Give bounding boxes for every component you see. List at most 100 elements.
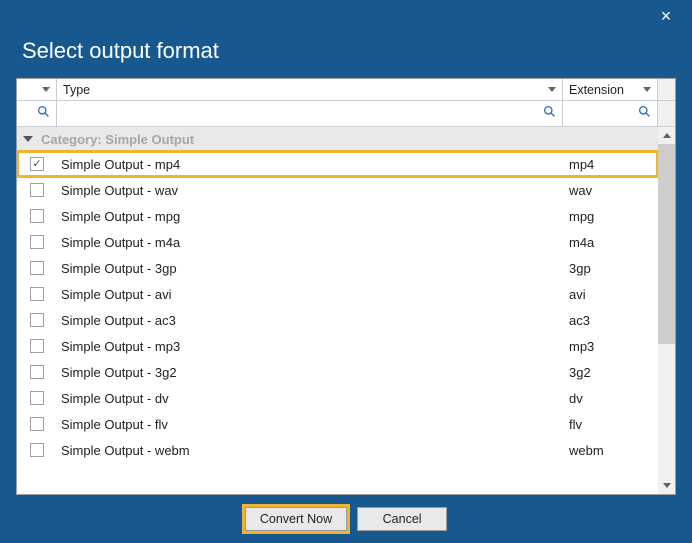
row-ext-cell: webm [563,443,658,458]
header-type[interactable]: Type [57,79,563,100]
row-checkbox[interactable] [30,313,44,327]
row-ext-label: webm [569,443,604,458]
cancel-label: Cancel [383,512,422,526]
row-ext-label: dv [569,391,583,406]
close-button[interactable]: × [654,4,678,28]
row-checkbox[interactable] [30,235,44,249]
row-checkbox-cell [17,417,57,431]
table-row[interactable]: Simple Output - mp3 mp3 [17,333,658,359]
row-type-cell: Simple Output - mp3 [57,339,563,354]
convert-now-button[interactable]: Convert Now [245,507,347,531]
row-type-cell: Simple Output - ac3 [57,313,563,328]
row-type-label: Simple Output - mp3 [61,339,180,354]
row-ext-cell: mpg [563,209,658,224]
row-checkbox[interactable] [30,183,44,197]
cancel-button[interactable]: Cancel [357,507,447,531]
row-type-cell: Simple Output - avi [57,287,563,302]
row-checkbox[interactable] [30,339,44,353]
row-ext-cell: avi [563,287,658,302]
row-type-cell: Simple Output - 3gp [57,261,563,276]
table-row[interactable]: Simple Output - flv flv [17,411,658,437]
search-icon [543,105,556,123]
content-area: Type Extension [16,78,676,495]
vertical-scrollbar[interactable] [658,127,675,494]
chevron-down-icon [42,87,50,92]
row-checkbox[interactable] [30,443,44,457]
table-row[interactable]: Simple Output - mp4 mp4 [17,151,658,177]
row-checkbox[interactable] [30,157,44,171]
scroll-down-button[interactable] [658,477,675,494]
category-row[interactable]: Category: Simple Output [17,127,658,151]
table-row[interactable]: Simple Output - webm webm [17,437,658,463]
row-checkbox-cell [17,365,57,379]
row-checkbox[interactable] [30,209,44,223]
row-checkbox-cell [17,261,57,275]
filter-checkbox-cell[interactable] [17,101,57,126]
scroll-up-button[interactable] [658,127,675,144]
row-ext-cell: 3gp [563,261,658,276]
rows-container: Category: Simple Output Simple Output - … [17,127,658,494]
category-label: Category: Simple Output [41,132,194,147]
row-ext-cell: 3g2 [563,365,658,380]
chevron-down-icon [663,483,671,488]
filter-type-cell[interactable] [57,101,563,126]
grid-body: Category: Simple Output Simple Output - … [17,127,675,494]
table-row[interactable]: Simple Output - dv dv [17,385,658,411]
header-extension[interactable]: Extension [563,79,658,100]
row-type-label: Simple Output - 3g2 [61,365,177,380]
grid-filter-row [17,101,675,127]
table-row[interactable]: Simple Output - ac3 ac3 [17,307,658,333]
row-checkbox-cell [17,209,57,223]
row-ext-label: wav [569,183,592,198]
row-ext-cell: ac3 [563,313,658,328]
row-checkbox[interactable] [30,287,44,301]
format-grid: Type Extension [16,78,676,495]
header-type-label: Type [63,83,90,97]
convert-now-label: Convert Now [260,512,332,526]
scroll-thumb[interactable] [658,144,675,344]
row-type-label: Simple Output - ac3 [61,313,176,328]
grid-header: Type Extension [17,79,675,101]
row-ext-label: flv [569,417,582,432]
chevron-down-icon [643,87,651,92]
row-type-label: Simple Output - m4a [61,235,180,250]
row-type-cell: Simple Output - mpg [57,209,563,224]
row-checkbox[interactable] [30,391,44,405]
row-checkbox[interactable] [30,417,44,431]
scroll-track[interactable] [658,144,675,477]
search-icon [638,105,651,123]
row-ext-cell: flv [563,417,658,432]
filter-extension-cell[interactable] [563,101,658,126]
titlebar: × [0,0,692,32]
row-type-cell: Simple Output - mp4 [57,157,563,172]
row-checkbox-cell [17,339,57,353]
table-row[interactable]: Simple Output - m4am4a [17,229,658,255]
chevron-up-icon [663,133,671,138]
row-checkbox[interactable] [30,365,44,379]
row-checkbox-cell [17,313,57,327]
header-checkbox-col[interactable] [17,79,57,100]
row-checkbox-cell [17,287,57,301]
row-type-cell: Simple Output - flv [57,417,563,432]
row-checkbox-cell [17,391,57,405]
row-checkbox-cell [17,183,57,197]
row-type-label: Simple Output - mp4 [61,157,180,172]
row-type-label: Simple Output - dv [61,391,169,406]
table-row[interactable]: Simple Output - 3g2 3g2 [17,359,658,385]
row-type-cell: Simple Output - 3g2 [57,365,563,380]
row-ext-label: mp3 [569,339,594,354]
table-row[interactable]: Simple Output - mpgmpg [17,203,658,229]
table-row[interactable]: Simple Output - avi avi [17,281,658,307]
row-type-label: Simple Output - webm [61,443,190,458]
row-checkbox[interactable] [30,261,44,275]
row-ext-label: 3gp [569,261,591,276]
row-type-label: Simple Output - 3gp [61,261,177,276]
row-type-label: Simple Output - avi [61,287,172,302]
row-checkbox-cell [17,235,57,249]
dialog-title: Select output format [0,32,692,78]
table-row[interactable]: Simple Output - wav wav [17,177,658,203]
table-row[interactable]: Simple Output - 3gp 3gp [17,255,658,281]
row-type-cell: Simple Output - wav [57,183,563,198]
row-ext-label: mp4 [569,157,594,172]
row-ext-cell: dv [563,391,658,406]
